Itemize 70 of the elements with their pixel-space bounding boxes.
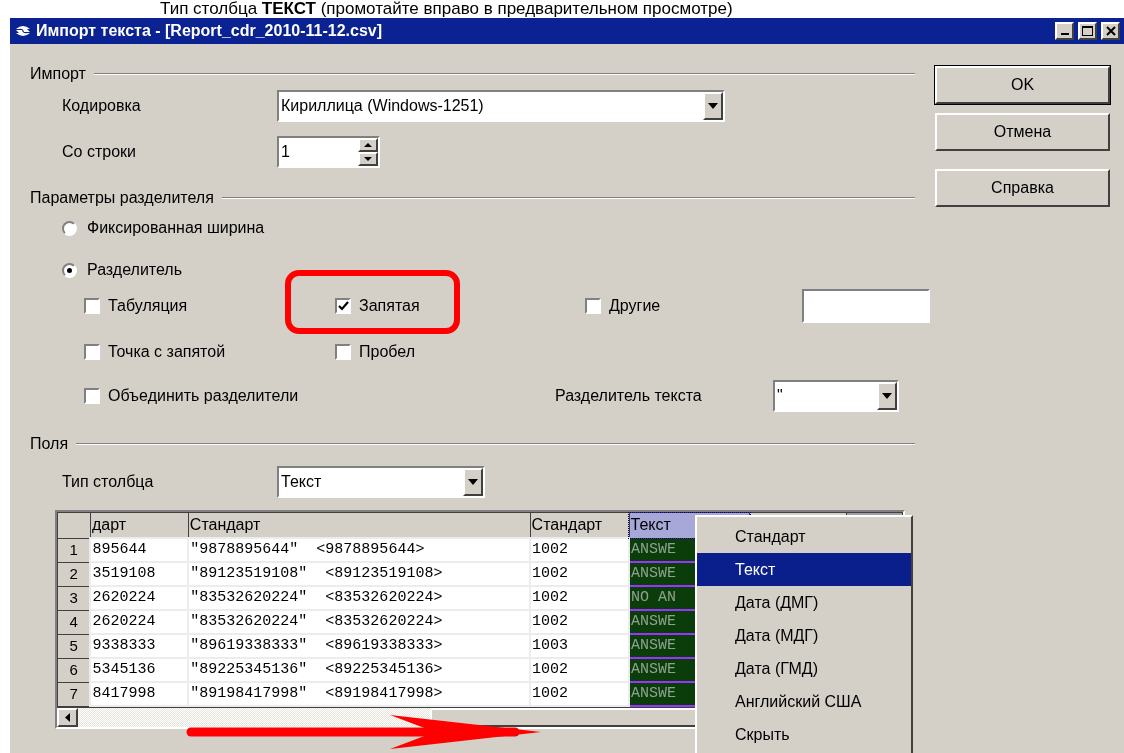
radio-label: Разделитель xyxy=(87,260,182,280)
table-cell: "9878895644" <9878895644> xyxy=(188,538,531,562)
table-cell: 8417998 xyxy=(90,682,189,706)
section-heading: Поля xyxy=(30,434,69,454)
table-cell: 1002 xyxy=(530,682,630,706)
field-label: Кодировка xyxy=(62,96,142,116)
table-cell: 2620224 xyxy=(90,586,189,610)
checkbox[interactable] xyxy=(585,298,601,314)
maximize-button[interactable] xyxy=(1078,22,1097,40)
table-cell: 1002 xyxy=(530,658,630,682)
column-header[interactable]: дарт xyxy=(90,512,189,538)
minimize-button[interactable] xyxy=(1055,22,1074,40)
checkbox-label: Точка с запятой xyxy=(108,342,226,362)
radio-button[interactable] xyxy=(62,262,77,278)
table-cell: 1002 xyxy=(530,538,630,562)
minimize-icon xyxy=(1060,33,1069,35)
checkmark-icon xyxy=(337,301,349,311)
dialog-button[interactable]: Справка xyxy=(935,169,1110,207)
table-cell: "89123519108" <89123519108> xyxy=(188,562,531,586)
app-icon xyxy=(14,23,32,39)
field-label: Со строки xyxy=(62,142,137,162)
dialog-button[interactable]: Отмена xyxy=(935,113,1110,151)
radio-label: Фиксированная ширина xyxy=(87,218,265,238)
window-title: Импорт текста - [Report_cdr_2010-11-12.csv] xyxy=(36,21,382,41)
spin-up-icon[interactable] xyxy=(358,138,378,152)
menu-item[interactable]: Скрыть xyxy=(697,718,911,751)
table-cell: 1003 xyxy=(530,634,630,658)
table-cell: 895644 xyxy=(90,538,189,562)
column-header[interactable]: Стандарт xyxy=(530,512,630,538)
menu-item[interactable]: Текст xyxy=(697,553,911,586)
table-cell: "89198417998" <89198417998> xyxy=(188,682,531,706)
section-heading: Импорт xyxy=(30,64,86,84)
table-cell: 1002 xyxy=(530,562,630,586)
table-cell: 9338333 xyxy=(90,634,189,658)
scroll-left-icon[interactable] xyxy=(57,708,78,727)
table-cell: 5345136 xyxy=(90,658,189,682)
table-cell: "83532620224" <83532620224> xyxy=(188,610,531,634)
radio-button[interactable] xyxy=(62,220,77,236)
section-heading: Параметры разделителя xyxy=(30,188,214,208)
table-cell: 3519108 xyxy=(90,562,189,586)
checkbox[interactable] xyxy=(84,298,100,314)
dialog-button[interactable]: OK xyxy=(935,66,1110,104)
column-header[interactable]: Стандарт xyxy=(188,512,531,538)
table-cell: "89619338333" <89619338333> xyxy=(188,634,531,658)
close-button[interactable] xyxy=(1101,22,1120,40)
checkbox-label: Объединить разделители xyxy=(108,386,299,406)
maximize-icon xyxy=(1082,26,1093,36)
column-type-dropdown[interactable]: Текст xyxy=(277,466,485,498)
table-cell: "83532620224" <83532620224> xyxy=(188,586,531,610)
table-cell: "89225345136" <89225345136> xyxy=(188,658,531,682)
spin-down-icon[interactable] xyxy=(358,152,378,166)
checkbox-label: Запятая xyxy=(359,296,420,316)
checkbox[interactable] xyxy=(335,344,351,360)
checkbox[interactable] xyxy=(84,388,100,404)
caption-text: Тип столбца ТЕКСТ (промотайте вправо в предварительном просмотре) xyxy=(159,0,734,18)
table-cell: 2620224 xyxy=(90,610,189,634)
checkbox-label: Табуляция xyxy=(108,296,188,316)
other-separator-field[interactable] xyxy=(802,289,931,323)
field-label: Тип столбца xyxy=(62,472,155,492)
text-delimiter-dropdown[interactable]: " xyxy=(773,380,899,412)
close-icon xyxy=(1105,26,1116,36)
table-cell: 1002 xyxy=(530,586,630,610)
checkbox[interactable] xyxy=(84,344,100,360)
checkbox[interactable] xyxy=(335,298,351,314)
checkbox-label: Другие xyxy=(609,296,661,316)
field-label: Разделитель текста xyxy=(555,386,703,406)
table-cell: 1002 xyxy=(530,610,630,634)
checkbox-label: Пробел xyxy=(359,342,415,362)
encoding-dropdown[interactable]: Кириллица (Windows-1251) xyxy=(277,90,725,122)
row-spinner[interactable]: 1 xyxy=(277,136,380,168)
